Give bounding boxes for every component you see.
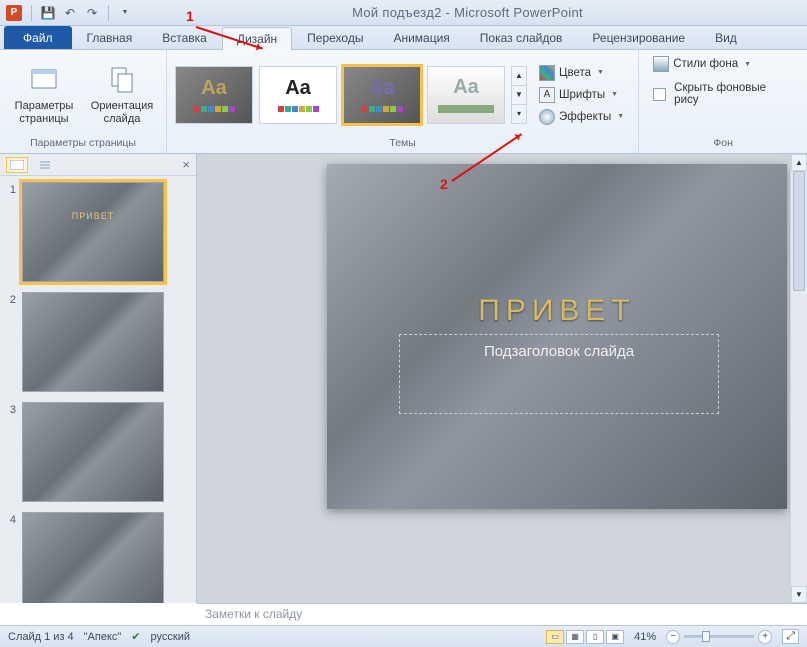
zoom-in-button[interactable]: + <box>758 630 772 644</box>
slide-thumb-3[interactable]: 3 <box>4 402 192 502</box>
slide-thumb-4[interactable]: 4 <box>4 512 192 603</box>
slideshow-view-button[interactable]: ▣ <box>606 630 624 644</box>
normal-view-button[interactable]: ▭ <box>546 630 564 644</box>
language-indicator[interactable]: русский <box>151 631 190 643</box>
canvas-scrollbar[interactable]: ▲ ▼ <box>790 154 807 603</box>
zoom-track[interactable] <box>684 635 754 638</box>
thumbnail-list[interactable]: 1 ПРИВЕТ 2 3 4 <box>0 176 196 603</box>
tab-slideshow[interactable]: Показ слайдов <box>465 26 578 49</box>
scroll-thumb[interactable] <box>793 171 805 291</box>
tab-animation[interactable]: Анимация <box>378 26 464 49</box>
window-title: Мой подъезд2 - Microsoft PowerPoint <box>134 5 801 20</box>
theme-thumb-2[interactable]: Aa <box>259 66 337 124</box>
theme-gallery: Aa Aa Aa Aa ▲ ▼ ▾ <box>175 66 527 124</box>
undo-icon[interactable]: ↶ <box>61 4 79 22</box>
tab-view[interactable]: Вид <box>700 26 752 49</box>
theme-thumb-1[interactable]: Aa <box>175 66 253 124</box>
tab-home[interactable]: Главная <box>72 26 148 49</box>
tab-transitions[interactable]: Переходы <box>292 26 378 49</box>
group-background: Стили фона▼ Скрыть фоновые рису Фон <box>639 50 807 153</box>
theme-name: "Апекс" <box>84 631 122 643</box>
slides-view-icon <box>10 160 24 170</box>
qat-dropdown-icon[interactable]: ▼ <box>116 4 134 22</box>
theme-gallery-more[interactable]: ▾ <box>512 105 526 123</box>
current-slide[interactable]: ПРИВЕТ Подзаголовок слайда <box>327 164 787 509</box>
theme-scroll-up[interactable]: ▲ <box>512 67 526 86</box>
checkbox-icon <box>653 88 666 101</box>
close-panel-icon[interactable]: × <box>182 157 190 172</box>
view-buttons: ▭ ▦ ▯ ▣ <box>546 630 624 644</box>
group-label-page-setup: Параметры страницы <box>30 135 136 151</box>
redo-icon[interactable]: ↷ <box>83 4 101 22</box>
scroll-down-icon[interactable]: ▼ <box>791 586 807 603</box>
outline-view-button[interactable] <box>34 157 56 173</box>
zoom-percent[interactable]: 41% <box>634 631 656 643</box>
theme-thumb-3[interactable]: Aa <box>343 66 421 124</box>
effects-icon <box>539 109 555 125</box>
background-styles-button[interactable]: Стили фона▼ <box>647 54 757 74</box>
thumbnail-view-button[interactable] <box>6 157 28 173</box>
tab-review[interactable]: Рецензирование <box>577 26 700 49</box>
group-label-themes: Темы <box>389 135 415 151</box>
orientation-icon <box>106 64 138 96</box>
slide-counter: Слайд 1 из 4 <box>8 631 74 643</box>
title-bar: P 💾 ↶ ↷ ▼ Мой подъезд2 - Microsoft Power… <box>0 0 807 26</box>
notes-pane[interactable]: Заметки к слайду <box>197 603 807 625</box>
slide-subtitle-placeholder[interactable]: Подзаголовок слайда <box>399 334 719 414</box>
theme-gallery-scroll: ▲ ▼ ▾ <box>511 66 527 124</box>
slide-thumb-1[interactable]: 1 ПРИВЕТ <box>4 182 192 282</box>
outline-view-icon <box>38 160 52 170</box>
colors-button[interactable]: Цвета▼ <box>533 63 630 83</box>
page-setup-button[interactable]: Параметры страницы <box>8 60 80 129</box>
effects-button[interactable]: Эффекты▼ <box>533 107 630 127</box>
zoom-out-button[interactable]: − <box>666 630 680 644</box>
slide-thumb-2[interactable]: 2 <box>4 292 192 392</box>
workspace: × 1 ПРИВЕТ 2 3 4 ПРИВЕТ <box>0 154 807 603</box>
zoom-knob[interactable] <box>702 631 710 642</box>
app-icon: P <box>6 5 22 21</box>
tab-design[interactable]: Дизайн <box>222 27 292 50</box>
sorter-view-button[interactable]: ▦ <box>566 630 584 644</box>
tab-file[interactable]: Файл <box>4 26 72 49</box>
page-setup-icon <box>28 64 60 96</box>
background-styles-icon <box>653 56 669 72</box>
save-icon[interactable]: 💾 <box>39 4 57 22</box>
zoom-slider: − + <box>666 630 772 644</box>
slide-title[interactable]: ПРИВЕТ <box>327 294 787 328</box>
fit-to-window-button[interactable]: ⤢ <box>782 629 799 644</box>
theme-scroll-down[interactable]: ▼ <box>512 86 526 105</box>
status-bar: Слайд 1 из 4 "Апекс" ✔ русский ▭ ▦ ▯ ▣ 4… <box>0 625 807 647</box>
group-label-background: Фон <box>713 135 733 151</box>
ribbon: Параметры страницы Ориентация слайда Пар… <box>0 50 807 154</box>
group-page-setup: Параметры страницы Ориентация слайда Пар… <box>0 50 167 153</box>
slide-orientation-button[interactable]: Ориентация слайда <box>86 60 158 129</box>
colors-icon <box>539 65 555 81</box>
ribbon-tabs: Файл Главная Вставка Дизайн Переходы Ани… <box>0 26 807 50</box>
slide-canvas-area[interactable]: ПРИВЕТ Подзаголовок слайда ▲ ▼ <box>197 154 807 603</box>
slide-thumbnail-panel: × 1 ПРИВЕТ 2 3 4 <box>0 154 197 603</box>
hide-background-checkbox[interactable]: Скрыть фоновые рису <box>647 80 799 108</box>
reading-view-button[interactable]: ▯ <box>586 630 604 644</box>
theme-thumb-4[interactable]: Aa <box>427 66 505 124</box>
group-themes: Aa Aa Aa Aa ▲ ▼ ▾ <box>167 50 639 153</box>
scroll-up-icon[interactable]: ▲ <box>791 154 807 171</box>
quick-access-toolbar: 💾 ↶ ↷ ▼ <box>28 4 134 22</box>
tab-insert[interactable]: Вставка <box>147 26 222 49</box>
fonts-button[interactable]: A Шрифты▼ <box>533 85 630 105</box>
fonts-icon: A <box>539 87 555 103</box>
spellcheck-icon[interactable]: ✔ <box>131 630 140 643</box>
